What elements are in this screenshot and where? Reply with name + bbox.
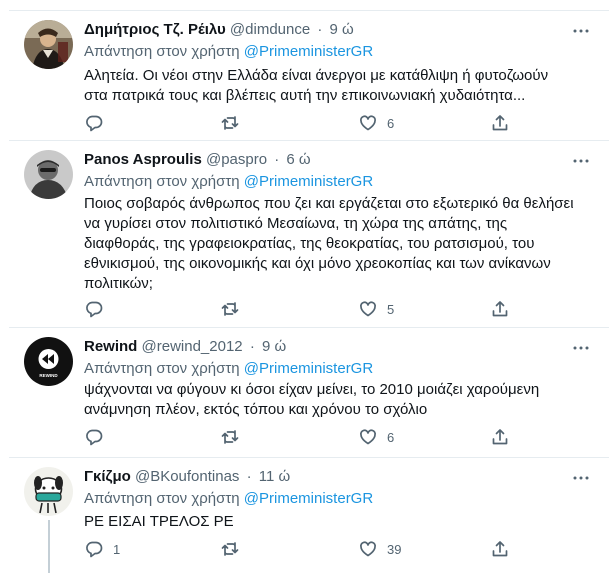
avatar[interactable] bbox=[24, 20, 73, 69]
reply-context: Απάντηση στον χρήστη @PrimeministerGR bbox=[84, 43, 373, 60]
avatar[interactable] bbox=[24, 467, 73, 516]
user-handle[interactable]: @dimdunce bbox=[230, 21, 310, 38]
timestamp[interactable]: 9 ώ bbox=[262, 338, 286, 355]
reply-button[interactable] bbox=[85, 113, 113, 133]
heart-icon bbox=[360, 541, 376, 557]
share-button[interactable] bbox=[491, 299, 509, 319]
separator-dot: · bbox=[317, 21, 323, 38]
more-dots-icon[interactable] bbox=[571, 338, 591, 358]
like-button[interactable]: 6 bbox=[359, 427, 394, 447]
tweet-text: Αλητεία. Οι νέοι στην Ελλάδα είναι άνεργ… bbox=[84, 67, 549, 104]
tweet-text: ΡΕ ΕΙΣΑΙ ΤΡΕΛΟΣ ΡΕ bbox=[84, 513, 234, 530]
display-name[interactable]: Rewind bbox=[84, 338, 137, 355]
mention-link[interactable]: @PrimeministerGR bbox=[244, 173, 373, 190]
reply-button[interactable] bbox=[85, 427, 113, 447]
reply-prefix: Απάντηση στον χρήστη bbox=[84, 43, 240, 60]
like-button[interactable]: 6 bbox=[359, 113, 394, 133]
like-count: 5 bbox=[387, 301, 395, 317]
tweet-header: Δημήτριος Τζ. Ρέιλυ @dimdunce · 9 ώ bbox=[84, 21, 354, 41]
more-dots-icon[interactable] bbox=[571, 21, 591, 41]
tweet-header: Rewind @rewind_2012 · 9 ώ bbox=[84, 338, 286, 358]
reply-tweet[interactable]: REWIND Rewind @rewind_2012 · 9 ώ Απάντησ… bbox=[9, 328, 609, 458]
reply-tweet[interactable]: Δημήτριος Τζ. Ρέιλυ @dimdunce · 9 ώ Απάν… bbox=[9, 11, 609, 141]
user-handle[interactable]: @rewind_2012 bbox=[142, 338, 243, 355]
tweet-actions: 1 39 bbox=[9, 539, 609, 559]
timestamp[interactable]: 11 ώ bbox=[259, 468, 290, 485]
timestamp[interactable]: 9 ώ bbox=[330, 21, 354, 38]
retweet-button[interactable] bbox=[221, 113, 249, 133]
share-button[interactable] bbox=[491, 427, 509, 447]
tweet-text: ψάχνονται να φύγουν κι όσοι είχαν μείνει… bbox=[84, 381, 540, 418]
tweet-actions: 5 bbox=[9, 299, 609, 319]
reply-tweet[interactable]: Panos Asproulis @paspro · 6 ώ Απάντηση σ… bbox=[9, 141, 609, 328]
more-dots-icon[interactable] bbox=[571, 151, 591, 171]
mention-link[interactable]: @PrimeministerGR bbox=[244, 490, 373, 507]
reply-icon bbox=[86, 301, 103, 318]
reply-button[interactable]: 1 bbox=[85, 539, 120, 559]
tweet-text: Ποιος σοβαρός άνθρωπος που ζει και εργάζ… bbox=[84, 195, 574, 292]
display-name[interactable]: Panos Asproulis bbox=[84, 151, 202, 168]
avatar[interactable]: REWIND bbox=[24, 337, 73, 386]
separator-dot: · bbox=[249, 338, 255, 355]
user-handle[interactable]: @paspro bbox=[206, 151, 267, 168]
reply-icon bbox=[86, 115, 103, 132]
like-button[interactable]: 5 bbox=[359, 299, 394, 319]
like-count: 6 bbox=[387, 115, 395, 131]
reply-context: Απάντηση στον χρήστη @PrimeministerGR bbox=[84, 173, 373, 190]
tweet-actions: 6 bbox=[9, 113, 609, 133]
mention-link[interactable]: @PrimeministerGR bbox=[244, 360, 373, 377]
reply-prefix: Απάντηση στον χρήστη bbox=[84, 490, 240, 507]
timestamp[interactable]: 6 ώ bbox=[286, 151, 310, 168]
replies-timeline: Δημήτριος Τζ. Ρέιλυ @dimdunce · 9 ώ Απάν… bbox=[9, 0, 609, 573]
user-handle[interactable]: @BKoufontinas bbox=[135, 468, 239, 485]
like-button[interactable]: 39 bbox=[359, 539, 401, 559]
tweet-header: Panos Asproulis @paspro · 6 ώ bbox=[84, 151, 311, 171]
retweet-icon bbox=[221, 116, 239, 130]
display-name[interactable]: Γκίζμο bbox=[84, 468, 131, 485]
reply-tweet[interactable]: Γκίζμο @BKoufontinas · 11 ώ Απάντηση στο… bbox=[9, 458, 609, 573]
share-icon bbox=[492, 115, 508, 131]
reply-icon bbox=[86, 541, 103, 558]
reply-button[interactable] bbox=[85, 299, 113, 319]
tweet-actions: 6 bbox=[9, 427, 609, 447]
retweet-icon bbox=[221, 430, 239, 444]
more-dots-icon[interactable] bbox=[571, 468, 591, 488]
share-icon bbox=[492, 429, 508, 445]
avatar-label: REWIND bbox=[39, 373, 58, 378]
reply-context: Απάντηση στον χρήστη @PrimeministerGR bbox=[84, 360, 373, 377]
retweet-button[interactable] bbox=[221, 539, 249, 559]
reply-count: 1 bbox=[113, 541, 121, 557]
share-icon bbox=[492, 301, 508, 317]
avatar[interactable] bbox=[24, 150, 73, 199]
retweet-button[interactable] bbox=[221, 299, 249, 319]
retweet-icon bbox=[221, 542, 239, 556]
separator-dot: · bbox=[246, 468, 252, 485]
reply-prefix: Απάντηση στον χρήστη bbox=[84, 173, 240, 190]
share-button[interactable] bbox=[491, 113, 509, 133]
reply-prefix: Απάντηση στον χρήστη bbox=[84, 360, 240, 377]
reply-icon bbox=[86, 429, 103, 446]
heart-icon bbox=[360, 429, 376, 445]
share-icon bbox=[492, 541, 508, 557]
retweet-button[interactable] bbox=[221, 427, 249, 447]
heart-icon bbox=[360, 301, 376, 317]
separator-dot: · bbox=[274, 151, 280, 168]
reply-context: Απάντηση στον χρήστη @PrimeministerGR bbox=[84, 490, 373, 507]
like-count: 39 bbox=[387, 541, 402, 557]
share-button[interactable] bbox=[491, 539, 509, 559]
mention-link[interactable]: @PrimeministerGR bbox=[244, 43, 373, 60]
heart-icon bbox=[360, 115, 376, 131]
display-name[interactable]: Δημήτριος Τζ. Ρέιλυ bbox=[84, 21, 226, 38]
like-count: 6 bbox=[387, 429, 395, 445]
retweet-icon bbox=[221, 302, 239, 316]
tweet-header: Γκίζμο @BKoufontinas · 11 ώ bbox=[84, 468, 290, 488]
